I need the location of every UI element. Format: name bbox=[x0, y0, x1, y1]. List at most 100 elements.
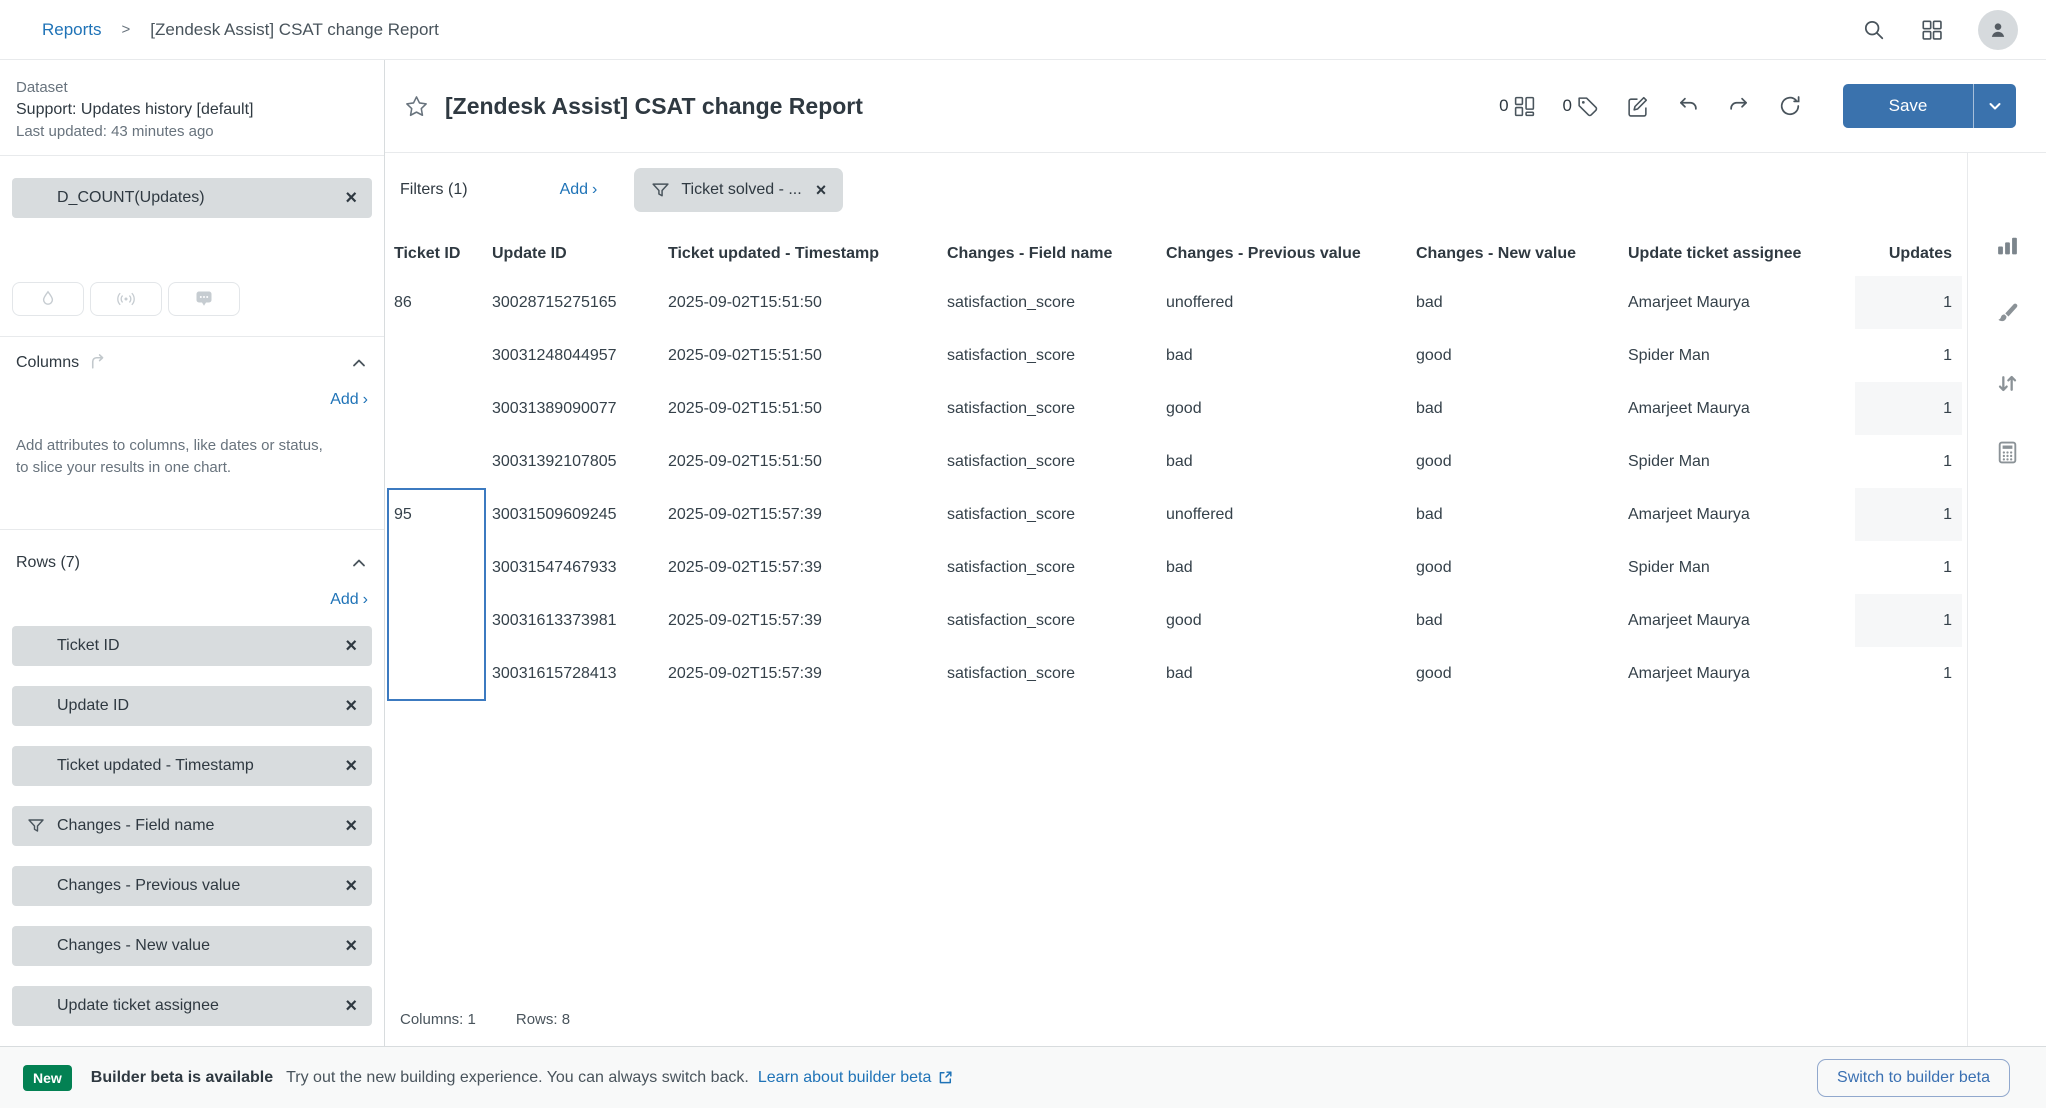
cell-changes-field-name[interactable]: satisfaction_score bbox=[947, 488, 1166, 541]
learn-about-builder-beta-link[interactable]: Learn about builder beta bbox=[758, 1069, 954, 1087]
comment-icon[interactable] bbox=[168, 282, 240, 316]
cell-changes-field-name[interactable]: satisfaction_score bbox=[947, 276, 1166, 329]
cell-update-id[interactable]: 30031615728413 bbox=[492, 647, 668, 700]
cell-updates[interactable]: 1 bbox=[1855, 594, 1962, 647]
cell-changes-previous-value[interactable]: bad bbox=[1166, 647, 1416, 700]
cell-update-id[interactable]: 30031392107805 bbox=[492, 435, 668, 488]
cell-ticket-updated-timestamp[interactable]: 2025-09-02T15:51:50 bbox=[668, 435, 947, 488]
cell-update-id[interactable]: 30031509609245 bbox=[492, 488, 668, 541]
cell-ticket-updated-timestamp[interactable]: 2025-09-02T15:51:50 bbox=[668, 382, 947, 435]
cell-updates[interactable]: 1 bbox=[1855, 488, 1962, 541]
calculator-icon[interactable] bbox=[1995, 440, 2020, 465]
cell-update-id[interactable]: 30031547467933 bbox=[492, 541, 668, 594]
cell-update-id[interactable]: 30028715275165 bbox=[492, 276, 668, 329]
dashboards-count-button[interactable]: 0 bbox=[1499, 95, 1535, 118]
row-pill-ticket-updated-timestamp[interactable]: Ticket updated - Timestamp× bbox=[12, 746, 372, 786]
row-pill-changes-field-name[interactable]: Changes - Field name× bbox=[12, 806, 372, 846]
cell-changes-previous-value[interactable]: unoffered bbox=[1166, 276, 1416, 329]
cell-changes-previous-value[interactable]: bad bbox=[1166, 435, 1416, 488]
cell-updates[interactable]: 1 bbox=[1855, 276, 1962, 329]
filters-add-button[interactable]: Add › bbox=[560, 181, 598, 199]
broadcast-icon[interactable] bbox=[90, 282, 162, 316]
cell-updates[interactable]: 1 bbox=[1855, 382, 1962, 435]
cell-ticket-updated-timestamp[interactable]: 2025-09-02T15:51:50 bbox=[668, 276, 947, 329]
droplet-icon[interactable] bbox=[12, 282, 84, 316]
cell-ticket-updated-timestamp[interactable]: 2025-09-02T15:51:50 bbox=[668, 329, 947, 382]
cell-update-ticket-assignee[interactable]: Amarjeet Maurya bbox=[1628, 594, 1855, 647]
cell-update-ticket-assignee[interactable]: Spider Man bbox=[1628, 435, 1855, 488]
rows-collapse-chevron-up-icon[interactable] bbox=[350, 554, 368, 572]
cell-ticket-id[interactable] bbox=[394, 329, 492, 382]
cell-update-ticket-assignee[interactable]: Amarjeet Maurya bbox=[1628, 647, 1855, 700]
row-pill-update-id[interactable]: Update ID× bbox=[12, 686, 372, 726]
cell-update-id[interactable]: 30031248044957 bbox=[492, 329, 668, 382]
cell-ticket-id[interactable] bbox=[394, 382, 492, 435]
cell-changes-new-value[interactable]: good bbox=[1416, 329, 1628, 382]
cell-changes-new-value[interactable]: good bbox=[1416, 435, 1628, 488]
row-pill-changes-previous-value[interactable]: Changes - Previous value× bbox=[12, 866, 372, 906]
grid-icon[interactable] bbox=[1920, 18, 1944, 42]
cell-changes-previous-value[interactable]: bad bbox=[1166, 541, 1416, 594]
tags-count-button[interactable]: 0 bbox=[1563, 95, 1599, 118]
cell-changes-new-value[interactable]: bad bbox=[1416, 382, 1628, 435]
cell-update-ticket-assignee[interactable]: Amarjeet Maurya bbox=[1628, 382, 1855, 435]
save-chevron-down-icon[interactable] bbox=[1973, 84, 2016, 128]
cell-ticket-id[interactable] bbox=[394, 594, 492, 647]
cell-changes-previous-value[interactable]: good bbox=[1166, 382, 1416, 435]
cell-ticket-updated-timestamp[interactable]: 2025-09-02T15:57:39 bbox=[668, 488, 947, 541]
cell-update-ticket-assignee[interactable]: Amarjeet Maurya bbox=[1628, 488, 1855, 541]
rows-add-button[interactable]: Add › bbox=[0, 591, 384, 609]
search-icon[interactable] bbox=[1862, 18, 1886, 42]
columns-collapse-chevron-up-icon[interactable] bbox=[350, 354, 368, 372]
remove-pill-button[interactable]: × bbox=[345, 936, 357, 956]
cell-updates[interactable]: 1 bbox=[1855, 541, 1962, 594]
remove-pill-button[interactable]: × bbox=[345, 816, 357, 836]
cell-changes-new-value[interactable]: good bbox=[1416, 647, 1628, 700]
cell-update-ticket-assignee[interactable]: Spider Man bbox=[1628, 329, 1855, 382]
cell-changes-field-name[interactable]: satisfaction_score bbox=[947, 329, 1166, 382]
cell-update-ticket-assignee[interactable]: Spider Man bbox=[1628, 541, 1855, 594]
cell-ticket-updated-timestamp[interactable]: 2025-09-02T15:57:39 bbox=[668, 541, 947, 594]
cell-updates[interactable]: 1 bbox=[1855, 647, 1962, 700]
cell-ticket-updated-timestamp[interactable]: 2025-09-02T15:57:39 bbox=[668, 594, 947, 647]
swap-axes-icon[interactable] bbox=[88, 353, 107, 372]
sort-icon[interactable] bbox=[1995, 371, 2020, 396]
cell-changes-previous-value[interactable]: unoffered bbox=[1166, 488, 1416, 541]
cell-ticket-updated-timestamp[interactable]: 2025-09-02T15:57:39 bbox=[668, 647, 947, 700]
cell-changes-previous-value[interactable]: good bbox=[1166, 594, 1416, 647]
remove-filter-button[interactable]: × bbox=[816, 180, 827, 201]
cell-changes-previous-value[interactable]: bad bbox=[1166, 329, 1416, 382]
undo-icon[interactable] bbox=[1676, 94, 1700, 118]
cell-changes-field-name[interactable]: satisfaction_score bbox=[947, 382, 1166, 435]
cell-ticket-id[interactable]: 86 bbox=[394, 276, 492, 329]
cell-changes-new-value[interactable]: bad bbox=[1416, 276, 1628, 329]
cell-changes-new-value[interactable]: good bbox=[1416, 541, 1628, 594]
breadcrumb-reports-link[interactable]: Reports bbox=[42, 20, 102, 40]
save-button[interactable]: Save bbox=[1843, 84, 1973, 128]
cell-ticket-id[interactable] bbox=[394, 435, 492, 488]
remove-pill-button[interactable]: × bbox=[345, 696, 357, 716]
bar-chart-icon[interactable] bbox=[1995, 233, 2020, 258]
cell-changes-new-value[interactable]: bad bbox=[1416, 488, 1628, 541]
redo-icon[interactable] bbox=[1727, 94, 1751, 118]
cell-changes-field-name[interactable]: satisfaction_score bbox=[947, 541, 1166, 594]
switch-to-builder-beta-button[interactable]: Switch to builder beta bbox=[1817, 1059, 2010, 1097]
cell-update-id[interactable]: 30031389090077 bbox=[492, 382, 668, 435]
row-pill-changes-new-value[interactable]: Changes - New value× bbox=[12, 926, 372, 966]
filter-chip-ticket-solved[interactable]: Ticket solved - ... × bbox=[634, 168, 843, 212]
row-pill-update-ticket-assignee[interactable]: Update ticket assignee× bbox=[12, 986, 372, 1026]
cell-ticket-id[interactable]: 95 bbox=[394, 488, 492, 541]
cell-changes-new-value[interactable]: bad bbox=[1416, 594, 1628, 647]
cell-update-id[interactable]: 30031613373981 bbox=[492, 594, 668, 647]
edit-icon[interactable] bbox=[1626, 95, 1649, 118]
user-avatar[interactable] bbox=[1978, 10, 2018, 50]
remove-pill-button[interactable]: × bbox=[345, 876, 357, 896]
remove-pill-button[interactable]: × bbox=[345, 188, 357, 208]
cell-changes-field-name[interactable]: satisfaction_score bbox=[947, 594, 1166, 647]
remove-pill-button[interactable]: × bbox=[345, 636, 357, 656]
cell-changes-field-name[interactable]: satisfaction_score bbox=[947, 647, 1166, 700]
refresh-icon[interactable] bbox=[1778, 94, 1802, 118]
paint-brush-icon[interactable] bbox=[1995, 302, 2020, 327]
cell-updates[interactable]: 1 bbox=[1855, 329, 1962, 382]
favorite-star-icon[interactable] bbox=[404, 94, 429, 119]
